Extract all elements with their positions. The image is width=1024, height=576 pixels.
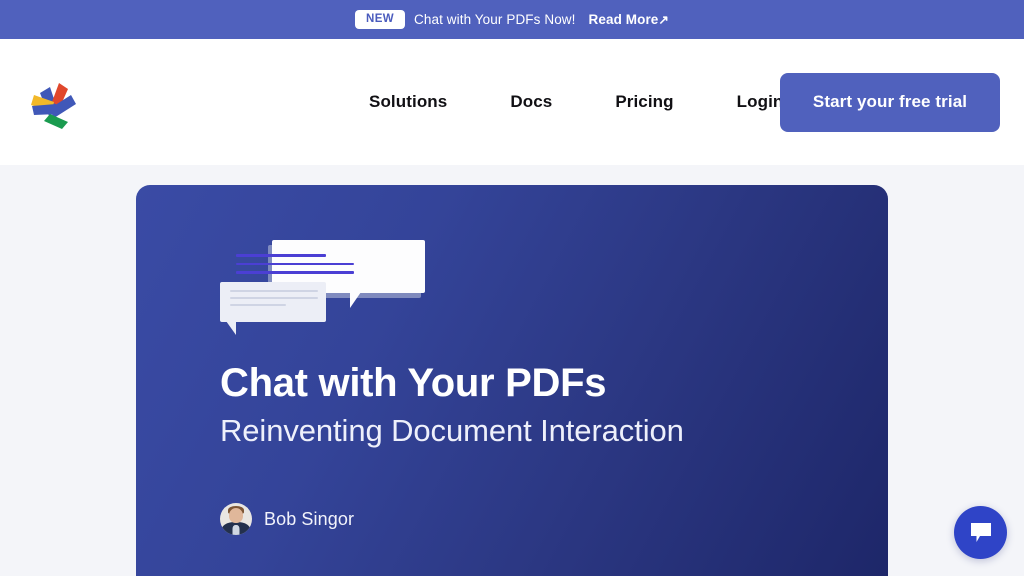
hero-title: Chat with Your PDFs bbox=[220, 361, 607, 405]
announcement-banner: NEW Chat with Your PDFs Now! Read More↗ bbox=[0, 0, 1024, 39]
chat-bubbles-illustration bbox=[220, 240, 425, 335]
author-avatar bbox=[220, 503, 252, 535]
author-name: Bob Singor bbox=[264, 508, 355, 529]
chat-bubble-icon bbox=[970, 522, 991, 542]
site-header: Solutions Docs Pricing Login Start your … bbox=[0, 39, 1024, 165]
brand-logo[interactable] bbox=[24, 71, 84, 133]
start-free-trial-button[interactable]: Start your free trial bbox=[780, 72, 1000, 132]
front-speech-bubble-tail bbox=[226, 321, 236, 335]
hero-card: Chat with Your PDFs Reinventing Document… bbox=[136, 185, 888, 576]
chat-widget-button[interactable] bbox=[954, 506, 1007, 559]
author-block: Bob Singor bbox=[220, 503, 354, 535]
read-more-link[interactable]: Read More↗ bbox=[589, 12, 670, 27]
read-more-label: Read More bbox=[588, 12, 659, 27]
hero-section: Chat with Your PDFs Reinventing Document… bbox=[0, 165, 1024, 576]
nav-item-login[interactable]: Login bbox=[737, 86, 784, 118]
back-speech-bubble-tail bbox=[350, 292, 361, 308]
back-bubble-text-lines bbox=[236, 254, 354, 280]
external-arrow-icon: ↗ bbox=[658, 13, 669, 27]
new-badge: NEW bbox=[355, 9, 406, 30]
front-bubble-text-lines bbox=[230, 290, 318, 311]
main-navigation: Solutions Docs Pricing Login bbox=[369, 86, 783, 118]
nav-item-docs[interactable]: Docs bbox=[510, 86, 552, 118]
nav-item-solutions[interactable]: Solutions bbox=[369, 86, 447, 118]
hero-subtitle: Reinventing Document Interaction bbox=[220, 413, 684, 448]
banner-message: Chat with Your PDFs Now! bbox=[414, 12, 576, 27]
nav-item-pricing[interactable]: Pricing bbox=[615, 86, 673, 118]
